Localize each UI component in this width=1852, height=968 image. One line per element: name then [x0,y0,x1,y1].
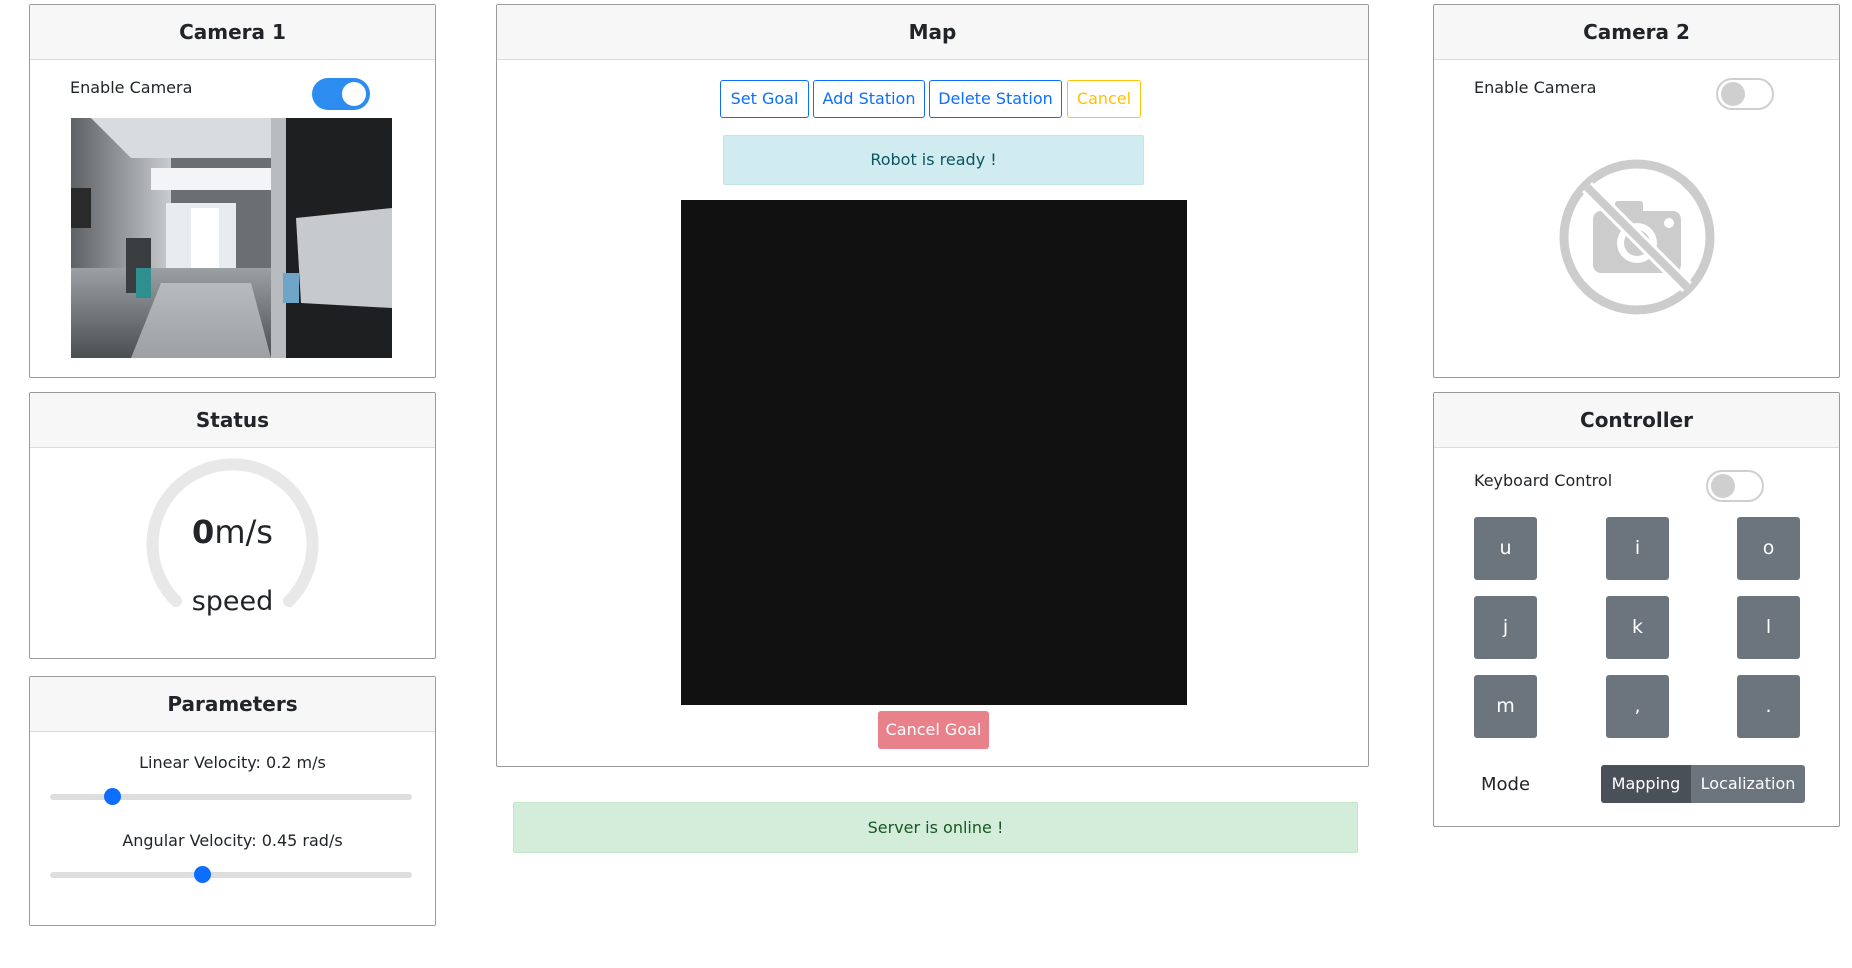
status-card: Status 0m/s speed [29,392,436,659]
parameters-card: Parameters Linear Velocity: 0.2 m/s Angu… [29,676,436,926]
speed-unit: m/s [214,513,273,551]
camera2-enable-label: Enable Camera [1474,78,1597,97]
map-title: Map [497,5,1368,60]
toggle-knob [1711,474,1735,498]
set-goal-button[interactable]: Set Goal [720,80,809,118]
speed-value: 0 [192,513,215,551]
camera1-enable-label: Enable Camera [70,78,193,97]
camera2-title: Camera 2 [1434,5,1839,60]
key-i[interactable]: i [1606,517,1669,580]
keyboard-control-label: Keyboard Control [1474,471,1613,490]
key-comma[interactable]: , [1606,675,1669,738]
mode-localization-button[interactable]: Localization [1691,765,1805,803]
key-l[interactable]: l [1737,596,1800,659]
camera1-feed-graphic [71,118,392,358]
speed-gauge [146,458,319,607]
angular-velocity-label: Angular Velocity: 0.45 rad/s [122,831,343,850]
toggle-knob [1721,82,1745,106]
angular-velocity-slider[interactable] [50,866,412,883]
key-m[interactable]: m [1474,675,1537,738]
toggle-knob [342,82,366,106]
key-k[interactable]: k [1606,596,1669,659]
add-station-button[interactable]: Add Station [813,80,925,118]
mode-mapping-button[interactable]: Mapping [1601,765,1691,803]
camera1-feed-image [71,118,392,358]
server-status-alert: Server is online ! [513,802,1358,853]
map-card: Map Set Goal Add Station Delete Station … [496,4,1369,767]
key-o[interactable]: o [1737,517,1800,580]
angular-velocity-thumb[interactable] [194,866,212,883]
controller-card: Controller Keyboard Control u i o j k l … [1433,392,1840,827]
key-u[interactable]: u [1474,517,1537,580]
map-canvas[interactable] [681,200,1187,705]
camera2-card: Camera 2 Enable Camera [1433,4,1840,378]
parameters-title: Parameters [30,677,435,732]
keyboard-control-toggle[interactable] [1706,470,1764,502]
linear-velocity-slider[interactable] [50,788,412,805]
speed-label: speed [191,586,274,617]
camera1-title: Camera 1 [30,5,435,60]
linear-velocity-label: Linear Velocity: 0.2 m/s [139,753,326,772]
cancel-button[interactable]: Cancel [1067,80,1141,118]
delete-station-button[interactable]: Delete Station [929,80,1062,118]
status-title: Status [30,393,435,448]
camera1-enable-toggle[interactable] [312,78,370,110]
cancel-goal-button[interactable]: Cancel Goal [878,711,989,749]
robot-status-alert: Robot is ready ! [723,135,1144,185]
key-period[interactable]: . [1737,675,1800,738]
mode-button-group: Mapping Localization [1601,765,1805,803]
key-j[interactable]: j [1474,596,1537,659]
no-camera-icon [1559,159,1715,315]
camera2-enable-toggle[interactable] [1716,78,1774,110]
controller-title: Controller [1434,393,1839,448]
linear-velocity-thumb[interactable] [103,788,121,805]
camera1-card: Camera 1 Enable Camera [29,4,436,378]
mode-label: Mode [1481,774,1531,795]
speed-readout: 0m/s [30,513,435,551]
